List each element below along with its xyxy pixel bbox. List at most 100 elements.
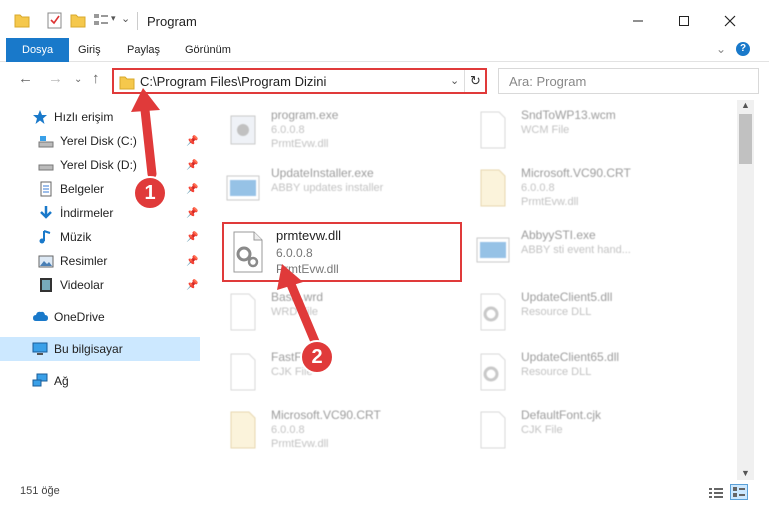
pin-icon: 📌 — [186, 231, 199, 243]
title-separator — [137, 12, 138, 30]
minimize-button[interactable] — [624, 8, 652, 34]
recent-locations-icon[interactable]: ⌄ — [74, 74, 82, 85]
sidebar-item-videos[interactable]: Videolar 📌 — [0, 273, 200, 297]
properties-icon[interactable] — [46, 10, 64, 30]
generic-file-icon — [480, 111, 506, 149]
up-icon[interactable]: ↑ — [92, 70, 100, 87]
file-description: Resource DLL — [521, 306, 592, 318]
drive-icon — [38, 136, 54, 148]
tab-giris[interactable]: Giriş — [68, 38, 111, 62]
qa-dropdown-icon[interactable]: ▾ — [111, 13, 116, 24]
sidebar-item-quick-access[interactable]: Hızlı erişim — [0, 105, 200, 129]
file-description: PrmtEvw.dll — [271, 138, 329, 150]
sidebar-item-this-pc[interactable]: Bu bilgisayar — [0, 337, 200, 361]
file-version: 6.0.0.8 — [276, 246, 313, 260]
file-name: UpdateClient65.dll — [521, 350, 620, 364]
back-icon[interactable]: ← — [18, 70, 33, 87]
details-view-icon[interactable] — [708, 486, 724, 500]
address-bar[interactable]: C:\Program Files\Program Dizini ⌄ ↻ — [112, 68, 487, 94]
file-item-defaultfont-cjk[interactable]: DefaultFont.cjk CJK File — [475, 404, 725, 460]
search-placeholder: Ara: Program — [509, 74, 587, 89]
file-item-sndtowp13[interactable]: SndToWP13.wcm WCM File — [475, 104, 725, 160]
ribbon: Dosya Giriş Paylaş Görünüm ⌄ ? — [0, 38, 769, 62]
sidebar-item-label: Resimler — [60, 254, 108, 268]
sidebar-item-downloads[interactable]: İndirmeler 📌 — [0, 201, 200, 225]
scroll-down-icon[interactable]: ▼ — [741, 468, 750, 478]
scroll-up-icon[interactable]: ▲ — [741, 100, 750, 110]
file-version: 6.0.0.8 — [271, 424, 305, 436]
expand-ribbon-icon[interactable]: ⌄ — [716, 42, 726, 56]
sidebar-item-label: Bu bilgisayar — [54, 342, 123, 356]
sidebar-item-label: Ağ — [54, 374, 69, 388]
file-item-prmtevw-dll[interactable]: prmtevw.dll 6.0.0.8 PrmtEvw.dll — [222, 222, 462, 282]
refresh-icon[interactable]: ↻ — [470, 73, 481, 89]
sidebar-item-label: Müzik — [60, 230, 92, 244]
tiles-view-icon[interactable] — [730, 484, 748, 500]
dll-file-icon — [233, 231, 263, 273]
scrollbar-thumb[interactable] — [739, 114, 752, 164]
pin-icon: 📌 — [186, 279, 199, 291]
pin-icon: 📌 — [186, 159, 199, 171]
forward-icon[interactable]: → — [48, 70, 63, 87]
drive-icon — [38, 164, 54, 171]
documents-icon — [40, 181, 52, 197]
file-item-updateclient5[interactable]: UpdateClient5.dll Resource DLL — [475, 286, 725, 342]
pin-icon: 📌 — [186, 135, 199, 147]
vertical-scrollbar[interactable]: ▲ ▼ — [737, 100, 754, 482]
tab-paylas[interactable]: Paylaş — [117, 38, 170, 62]
maximize-icon — [679, 16, 689, 26]
generic-file-icon — [480, 411, 506, 449]
sidebar-item-music[interactable]: Müzik 📌 — [0, 225, 200, 249]
exe-file-icon — [226, 175, 260, 201]
file-description: WRD File — [271, 306, 319, 318]
file-description: ABBY updates installer — [271, 182, 384, 194]
network-icon — [32, 373, 48, 387]
new-folder-icon[interactable] — [70, 10, 86, 30]
file-item-updateinstaller[interactable]: UpdateInstaller.exe ABBY updates install… — [225, 162, 475, 218]
computer-icon — [32, 342, 48, 355]
sidebar-item-documents[interactable]: Belgeler 📌 — [0, 177, 200, 201]
sidebar-item-local-disk-c[interactable]: Yerel Disk (C:) 📌 — [0, 129, 200, 153]
exe-file-icon — [230, 115, 256, 145]
file-item-basic-wrd[interactable]: Basic.wrd WRD File — [225, 286, 475, 342]
close-button[interactable] — [716, 8, 744, 34]
address-dropdown-icon[interactable]: ⌄ — [450, 74, 459, 87]
title-bar: ▾ ⌄ Program — [0, 0, 769, 38]
maximize-button[interactable] — [670, 8, 698, 34]
sidebar-item-label: Yerel Disk (C:) — [60, 134, 137, 148]
download-icon — [40, 206, 52, 219]
file-description: PrmtEvw.dll — [276, 262, 339, 276]
folder-icon — [119, 76, 135, 90]
status-bar: 151 öğe — [0, 480, 769, 504]
search-input[interactable]: Ara: Program — [498, 68, 759, 94]
file-name: SndToWP13.wcm — [521, 108, 616, 122]
sidebar-item-local-disk-d[interactable]: Yerel Disk (D:) 📌 — [0, 153, 200, 177]
file-item-microsoft-vc90-crt-left[interactable]: Microsoft.VC90.CRT 6.0.0.8 PrmtEvw.dll — [225, 404, 475, 460]
file-item-microsoft-vc90-crt-right[interactable]: Microsoft.VC90.CRT 6.0.0.8 PrmtEvw.dll — [475, 162, 725, 218]
minimize-icon — [633, 20, 643, 22]
help-icon[interactable]: ? — [736, 42, 750, 56]
file-item-updateclient65[interactable]: UpdateClient65.dll Resource DLL — [475, 346, 725, 402]
tab-gorunum[interactable]: Görünüm — [175, 38, 241, 62]
sidebar-item-onedrive[interactable]: OneDrive — [0, 305, 200, 329]
annotation-badge-2: 2 — [300, 340, 334, 374]
file-name: Microsoft.VC90.CRT — [521, 166, 631, 180]
sidebar-item-label: Yerel Disk (D:) — [60, 158, 137, 172]
file-list: program.exe 6.0.0.8 PrmtEvw.dll UpdateIn… — [205, 100, 737, 475]
file-item-abbyysti[interactable]: AbbyySTI.exe ABBY sti event hand... — [475, 224, 725, 280]
file-description: PrmtEvw.dll — [521, 196, 579, 208]
file-item-program-exe[interactable]: program.exe 6.0.0.8 PrmtEvw.dll — [225, 104, 475, 160]
view-icon[interactable] — [92, 10, 110, 30]
tab-dosya[interactable]: Dosya — [6, 38, 70, 62]
address-path: C:\Program Files\Program Dizini — [140, 74, 327, 89]
sidebar-item-label: Videolar — [60, 278, 104, 292]
manifest-file-icon — [480, 169, 506, 207]
pin-icon: 📌 — [186, 255, 199, 267]
customize-qa-icon[interactable]: ⌄ — [121, 12, 130, 25]
item-count: 151 öğe — [20, 485, 60, 497]
generic-file-icon — [230, 353, 256, 391]
sidebar-item-pictures[interactable]: Resimler 📌 — [0, 249, 200, 273]
file-item-fastfile-cjk[interactable]: FastFile.cjk CJK File — [225, 346, 475, 402]
sidebar-item-network[interactable]: Ağ — [0, 369, 200, 393]
file-description: WCM File — [521, 124, 570, 136]
